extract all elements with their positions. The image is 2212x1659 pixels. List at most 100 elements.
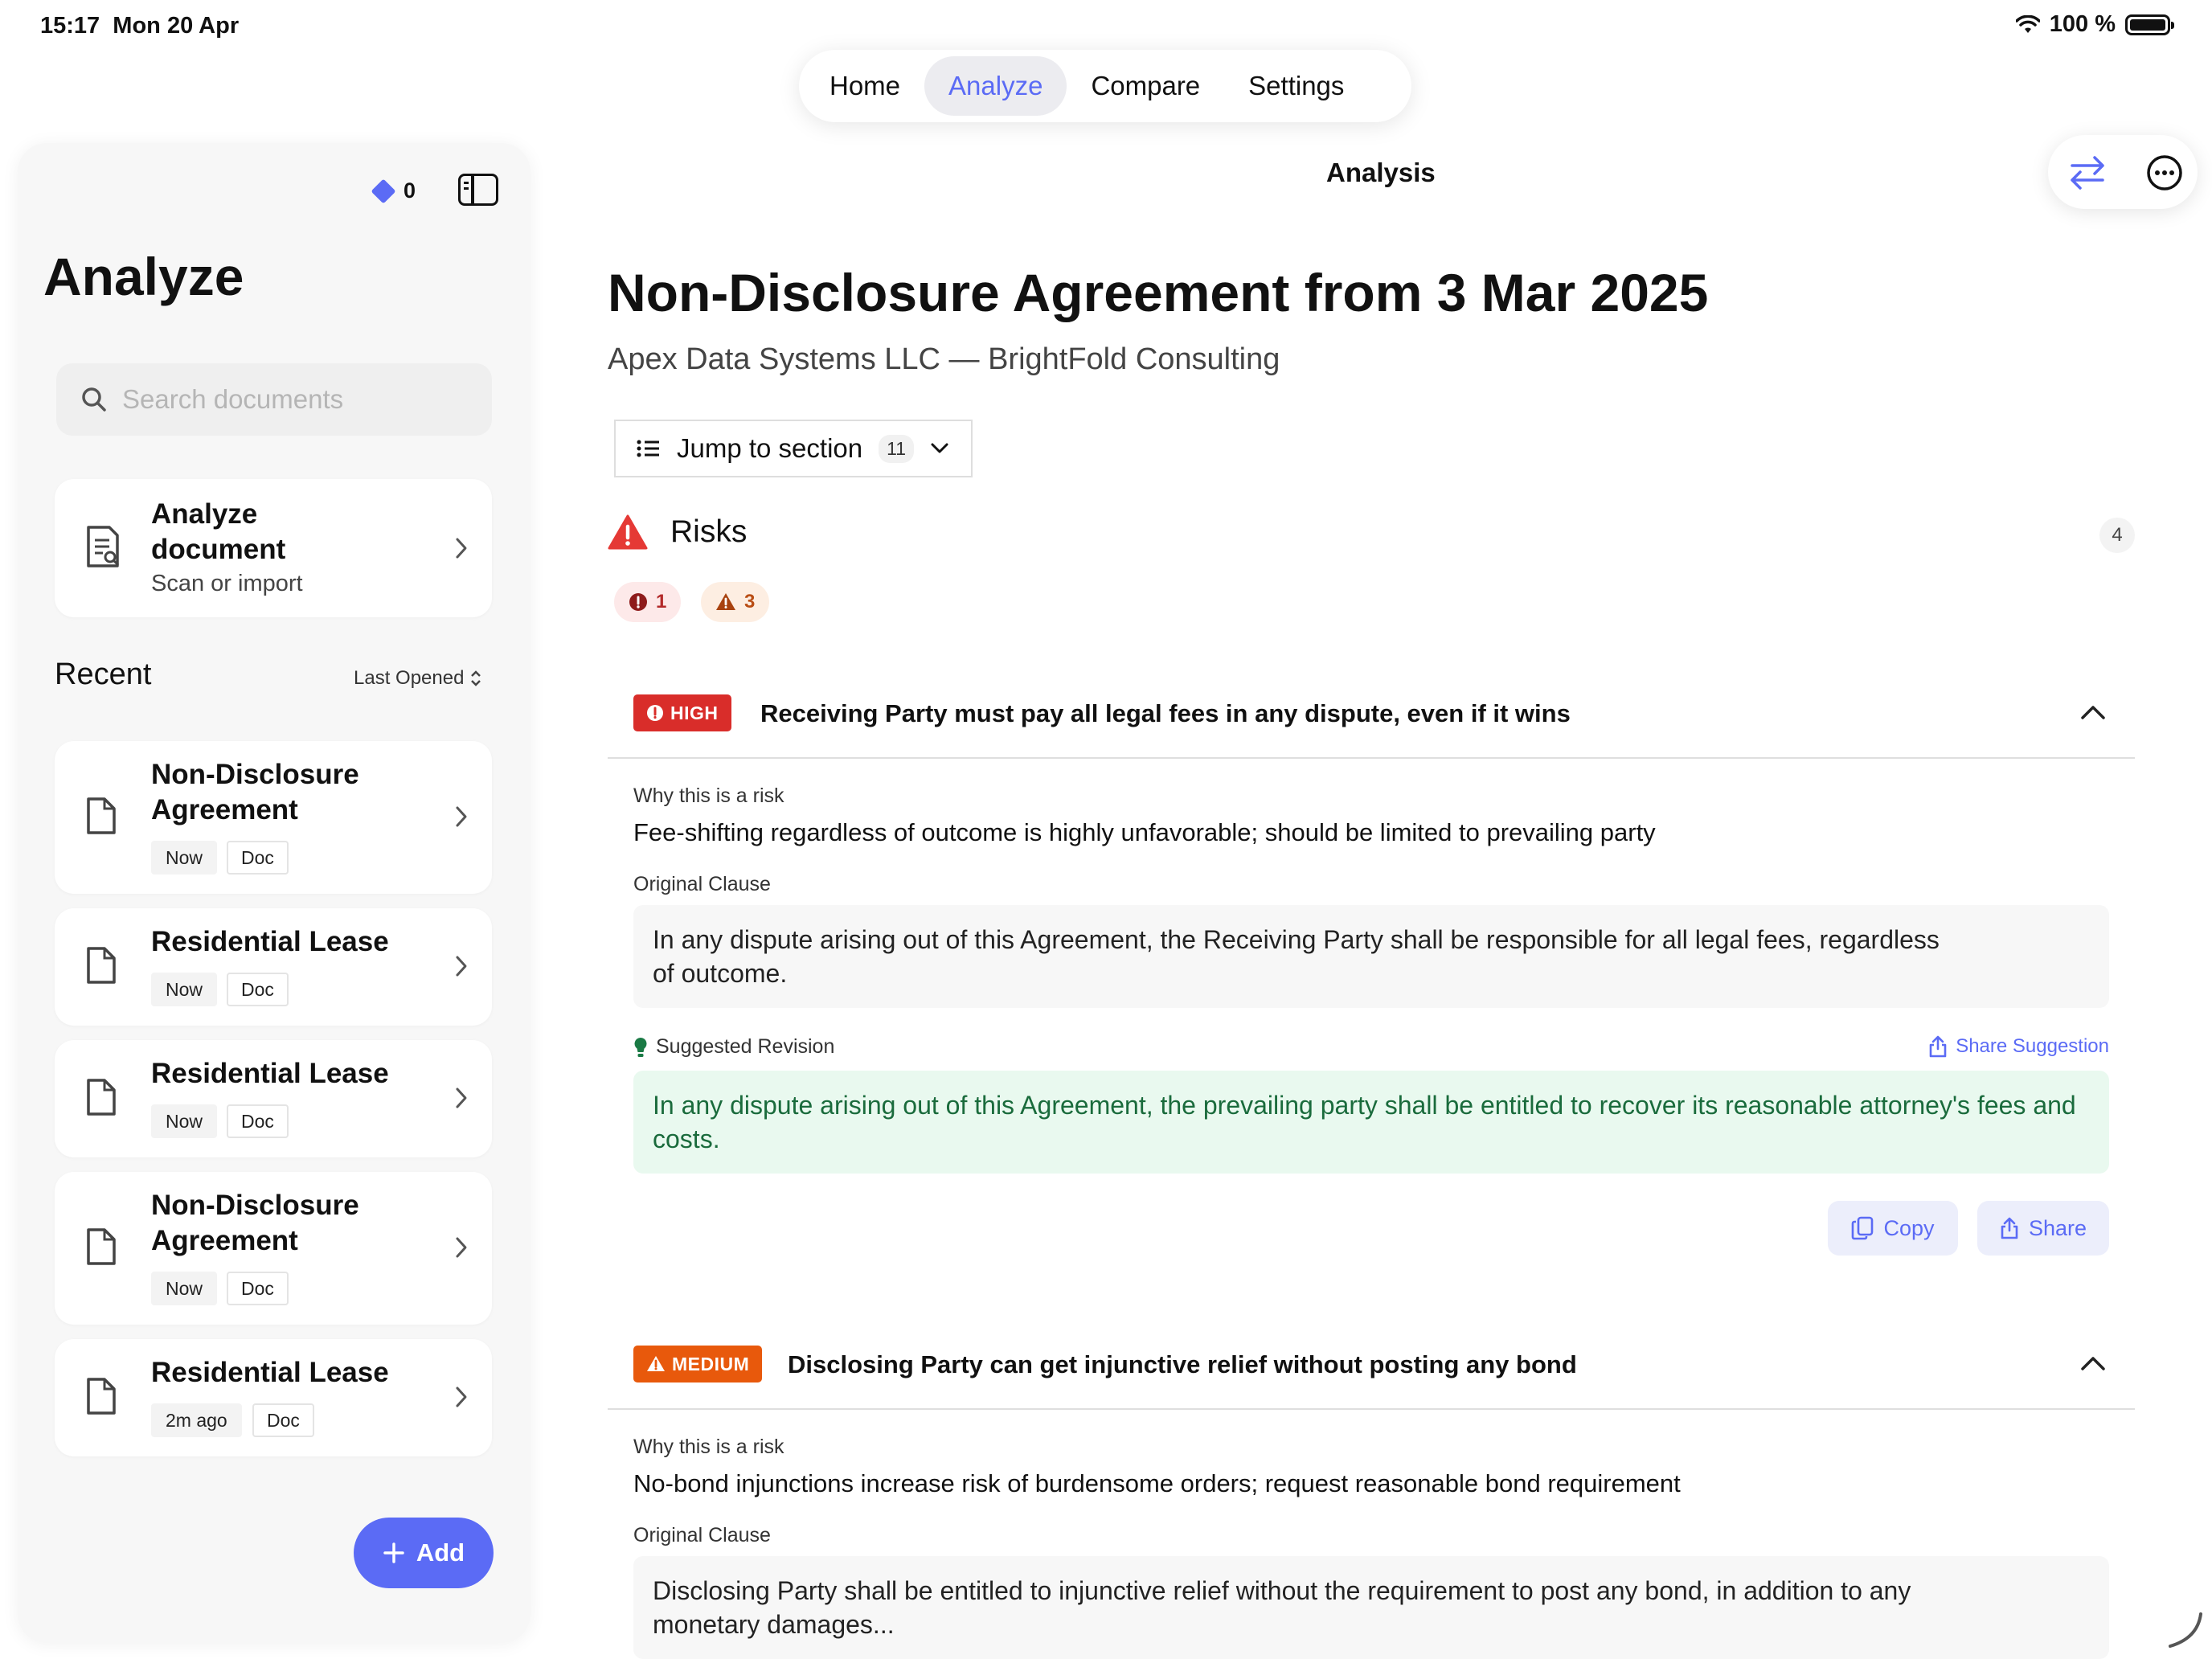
why-risk-text: No-bond injunctions increase risk of bur… xyxy=(633,1469,1681,1497)
suggested-revision-text-label: Suggested Revision xyxy=(656,1035,835,1058)
chevron-up-icon[interactable] xyxy=(2080,704,2106,720)
sidebar-toggle-icon[interactable] xyxy=(458,174,498,206)
chevron-right-icon xyxy=(456,1387,467,1407)
sort-button[interactable]: Last Opened xyxy=(354,667,481,690)
risk-item-header[interactable]: MEDIUM Disclosing Party can get injuncti… xyxy=(608,1321,2135,1410)
chevron-right-icon xyxy=(456,956,467,977)
document-icon xyxy=(87,1378,116,1415)
jump-to-section-button[interactable]: Jump to section 11 xyxy=(614,420,973,477)
diamond-icon xyxy=(371,178,396,204)
risks-label: Risks xyxy=(670,514,748,549)
recent-item[interactable]: Non-Disclosure Agreement Now Doc xyxy=(55,741,492,894)
battery-icon xyxy=(2125,14,2174,35)
document-title: Non-Disclosure Agreement from 3 Mar 2025 xyxy=(608,263,1709,322)
copy-label: Copy xyxy=(1883,1215,1935,1240)
severity-badge: HIGH xyxy=(633,694,731,731)
page-header-title: Analysis xyxy=(1326,158,1436,187)
top-tab-bar: Home Analyze Compare Settings xyxy=(799,50,1411,122)
risk-title: Disclosing Party can get injunctive reli… xyxy=(788,1350,1577,1378)
resize-handle-icon[interactable] xyxy=(2165,1611,2204,1649)
warning-triangle-icon xyxy=(716,593,735,610)
recent-item[interactable]: Residential Lease Now Doc xyxy=(55,1040,492,1157)
risk-title: Receiving Party must pay all legal fees … xyxy=(760,699,1571,727)
severity-badge: MEDIUM xyxy=(633,1346,763,1382)
warning-triangle-icon xyxy=(608,514,648,550)
risks-section-header: Risks xyxy=(608,514,747,550)
severity-label: MEDIUM xyxy=(672,1353,750,1374)
jump-label: Jump to section xyxy=(677,433,863,463)
document-parties: Apex Data Systems LLC — BrightFold Consu… xyxy=(608,342,1280,376)
chevron-right-icon xyxy=(456,538,467,559)
recent-item-time: Now xyxy=(151,1272,218,1305)
battery-percent: 100 % xyxy=(2049,11,2116,37)
warning-triangle-icon xyxy=(647,1356,665,1371)
analyze-card-title: Analyze document xyxy=(151,498,286,565)
share-label: Share xyxy=(2028,1215,2087,1240)
document-icon xyxy=(87,947,116,984)
medium-count: 3 xyxy=(744,591,756,612)
chevron-down-icon xyxy=(931,443,948,453)
suggested-revision-text: In any dispute arising out of this Agree… xyxy=(633,1071,2109,1174)
search-icon xyxy=(82,387,106,412)
high-count: 1 xyxy=(656,591,667,612)
recent-item-type: Doc xyxy=(252,1403,314,1437)
tab-settings[interactable]: Settings xyxy=(1224,56,1368,116)
risk-item-header[interactable]: HIGH Receiving Party must pay all legal … xyxy=(608,670,2135,759)
recent-item-type: Doc xyxy=(227,973,289,1006)
analyze-document-card[interactable]: Analyze document Scan or import xyxy=(55,479,492,617)
share-button[interactable]: Share xyxy=(1977,1201,2109,1256)
recent-item[interactable]: Non-Disclosure Agreement Now Doc xyxy=(55,1172,492,1325)
tab-compare[interactable]: Compare xyxy=(1067,56,1224,116)
why-risk-label: Why this is a risk xyxy=(633,1436,784,1458)
recent-item[interactable]: Residential Lease Now Doc xyxy=(55,908,492,1026)
why-risk-label: Why this is a risk xyxy=(633,784,784,807)
tab-home[interactable]: Home xyxy=(805,56,924,116)
chevron-right-icon xyxy=(456,1237,467,1258)
medium-risk-count-pill[interactable]: 3 xyxy=(701,582,770,622)
recent-item-title: Residential Lease xyxy=(151,1357,389,1388)
recent-item-title: Residential Lease xyxy=(151,1058,389,1089)
recent-item-type: Doc xyxy=(227,1104,289,1138)
recent-item-type: Doc xyxy=(227,841,289,875)
chevron-right-icon xyxy=(456,1088,467,1108)
lightbulb-icon xyxy=(634,1037,647,1057)
add-button[interactable]: Add xyxy=(354,1518,494,1588)
original-clause-text: Disclosing Party shall be entitled to in… xyxy=(633,1556,2109,1659)
share-icon xyxy=(2001,1217,2018,1239)
share-suggestion-button[interactable]: Share Suggestion xyxy=(1928,1035,2109,1058)
status-indicators: 100 % xyxy=(2015,11,2174,38)
credits-count: 0 xyxy=(403,178,416,203)
more-options-icon[interactable] xyxy=(2146,154,2183,191)
recent-item-time: Now xyxy=(151,841,218,875)
recent-item[interactable]: Residential Lease 2m ago Doc xyxy=(55,1339,492,1456)
search-placeholder: Search documents xyxy=(122,384,344,414)
status-time: 15:17 Mon 20 Apr xyxy=(40,13,240,39)
share-suggestion-label: Share Suggestion xyxy=(1956,1035,2109,1057)
share-icon xyxy=(1929,1035,1947,1058)
sort-label: Last Opened xyxy=(354,667,465,689)
exclamation-circle-icon xyxy=(647,705,663,721)
analyze-card-subtitle: Scan or import xyxy=(151,571,303,596)
copy-button[interactable]: Copy xyxy=(1828,1201,1958,1256)
wifi-icon xyxy=(2015,14,2040,33)
severity-label: HIGH xyxy=(670,702,719,723)
recent-item-title: Non-Disclosure Agreement xyxy=(151,1190,359,1256)
recent-item-title: Non-Disclosure Agreement xyxy=(151,759,359,825)
credits-badge[interactable]: 0 xyxy=(371,178,416,204)
sidebar: 0 Analyze Search documents Analyze docume… xyxy=(18,143,530,1643)
suggested-revision-label: Suggested Revision xyxy=(633,1035,834,1059)
chevron-right-icon xyxy=(456,806,467,827)
high-risk-count-pill[interactable]: 1 xyxy=(614,582,682,622)
plus-icon xyxy=(383,1542,404,1563)
swap-arrows-icon[interactable] xyxy=(2067,154,2108,191)
document-icon xyxy=(87,1079,116,1116)
add-label: Add xyxy=(416,1538,465,1567)
search-input[interactable]: Search documents xyxy=(56,363,492,436)
original-clause-label: Original Clause xyxy=(633,873,771,895)
copy-icon xyxy=(1852,1216,1874,1240)
section-count: 11 xyxy=(879,434,915,463)
risk-count-badge: 4 xyxy=(2099,518,2135,553)
tab-analyze[interactable]: Analyze xyxy=(924,56,1067,116)
chevron-up-icon[interactable] xyxy=(2080,1355,2106,1371)
list-icon xyxy=(637,440,659,457)
